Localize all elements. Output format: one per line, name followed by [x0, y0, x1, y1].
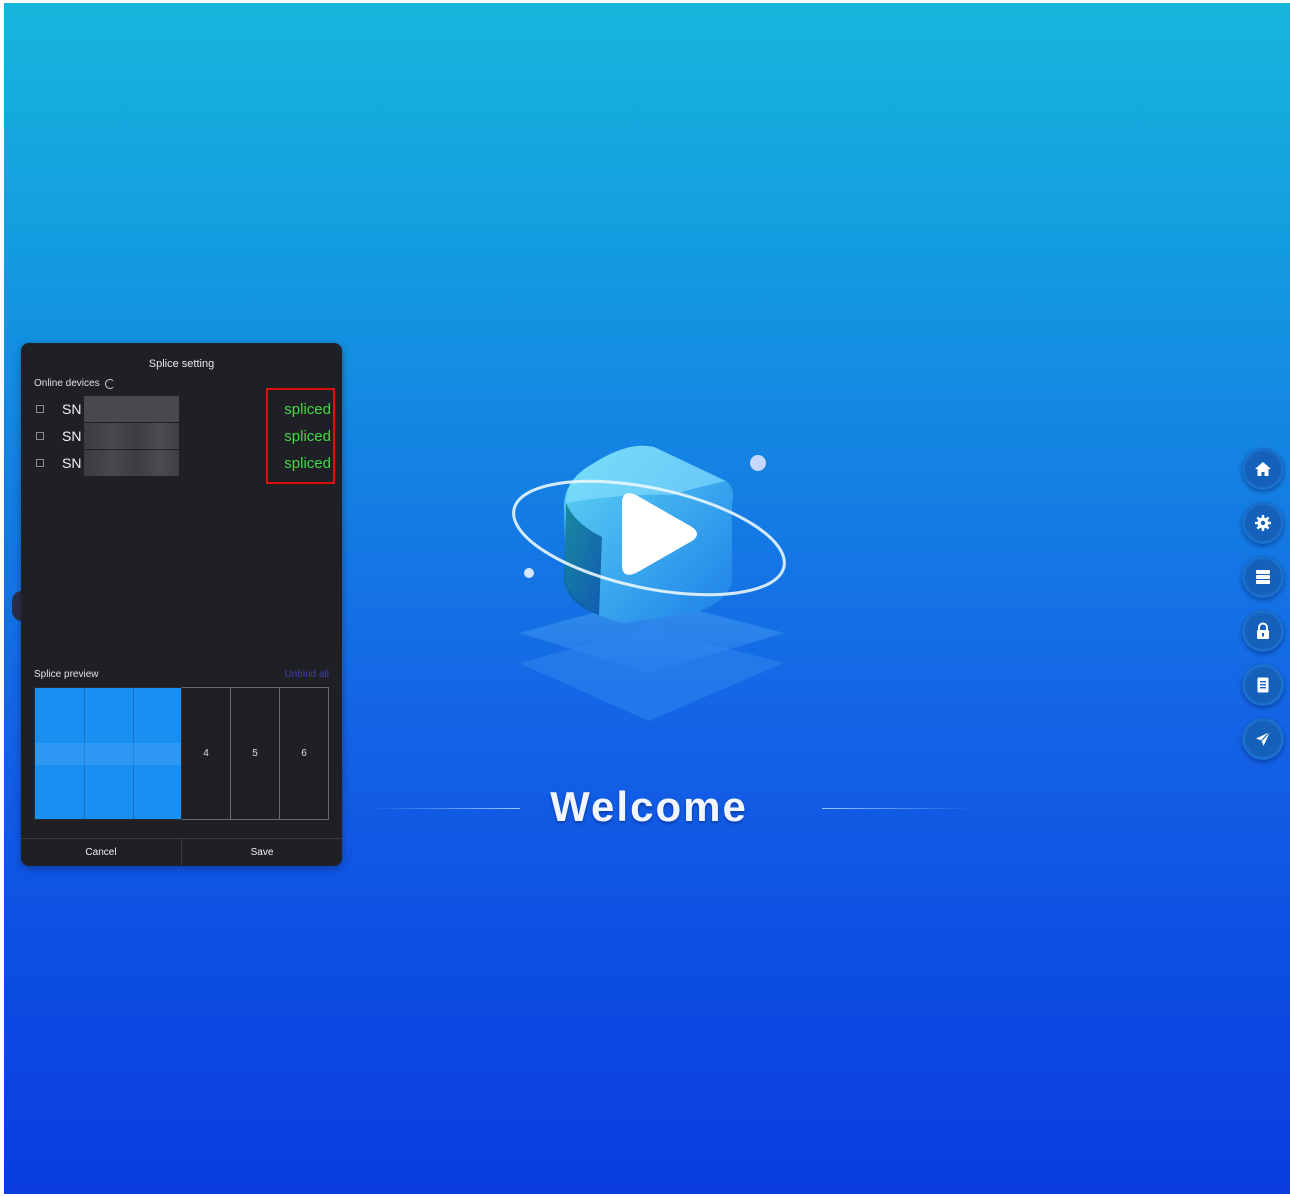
home-icon: [1255, 462, 1271, 476]
welcome-divider-right: [822, 808, 972, 809]
settings-button[interactable]: [1242, 502, 1284, 544]
device-checkbox[interactable]: [36, 405, 44, 413]
lock-button[interactable]: [1242, 610, 1284, 652]
splice-preview-grid: 4 5 6: [34, 687, 329, 820]
screen: Splice setting Online devices SN spliced…: [4, 3, 1290, 1194]
device-sn: SN: [62, 401, 82, 417]
settings-icon: [1255, 515, 1271, 531]
device-sn: SN: [62, 455, 82, 471]
send-icon: [1256, 731, 1271, 746]
document-button[interactable]: [1242, 664, 1284, 706]
device-sn: SN: [62, 428, 82, 444]
grid-cell[interactable]: 5: [231, 687, 280, 820]
grid-cell[interactable]: 6: [280, 687, 329, 820]
device-checkbox[interactable]: [36, 432, 44, 440]
home-button[interactable]: [1242, 448, 1284, 490]
splice-preview-label: Splice preview: [34, 669, 99, 680]
refresh-icon[interactable]: [104, 378, 115, 389]
server-icon: [1256, 570, 1270, 584]
lock-icon: [1257, 622, 1269, 639]
highlight-box: [266, 388, 335, 484]
splice-setting-panel: Splice setting Online devices SN spliced…: [21, 343, 342, 866]
panel-footer: Cancel Save: [21, 838, 342, 866]
save-button[interactable]: Save: [181, 839, 342, 866]
server-button[interactable]: [1242, 556, 1284, 598]
unbind-all-link[interactable]: Unbind all: [285, 669, 329, 680]
spliced-area[interactable]: [34, 687, 182, 820]
cancel-button[interactable]: Cancel: [21, 839, 181, 866]
device-checkbox[interactable]: [36, 459, 44, 467]
device-sn-redacted: [84, 396, 179, 422]
welcome-title: Welcome: [550, 783, 748, 830]
document-icon: [1257, 677, 1269, 693]
online-devices-header: Online devices: [34, 378, 115, 389]
grid-cell[interactable]: 4: [182, 687, 231, 820]
panel-title: Splice setting: [148, 358, 215, 370]
online-devices-label: Online devices: [34, 378, 100, 389]
send-button[interactable]: [1242, 718, 1284, 760]
app-logo: [512, 445, 786, 721]
welcome-divider-left: [370, 808, 520, 809]
device-sn-redacted: [84, 423, 179, 449]
device-sn-redacted: [84, 450, 179, 476]
